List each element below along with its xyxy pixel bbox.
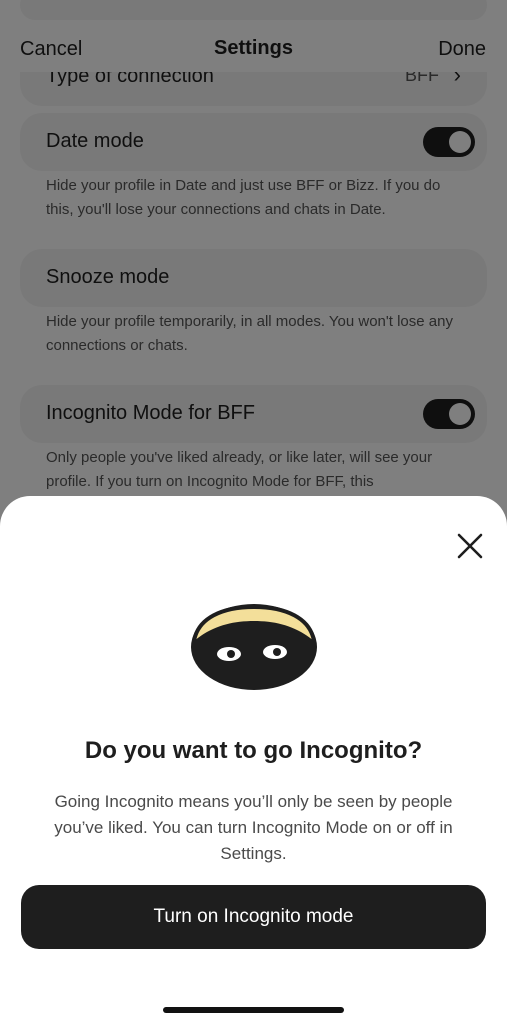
sheet-body-text: Going Incognito means you’ll only be see… xyxy=(54,792,453,863)
sheet-title: Do you want to go Incognito? xyxy=(84,737,423,764)
incognito-mask-icon xyxy=(188,604,320,694)
turn-on-incognito-button[interactable]: Turn on Incognito mode xyxy=(21,885,486,949)
close-icon xyxy=(457,533,483,559)
close-button[interactable] xyxy=(452,528,488,564)
home-indicator[interactable] xyxy=(163,1007,344,1013)
